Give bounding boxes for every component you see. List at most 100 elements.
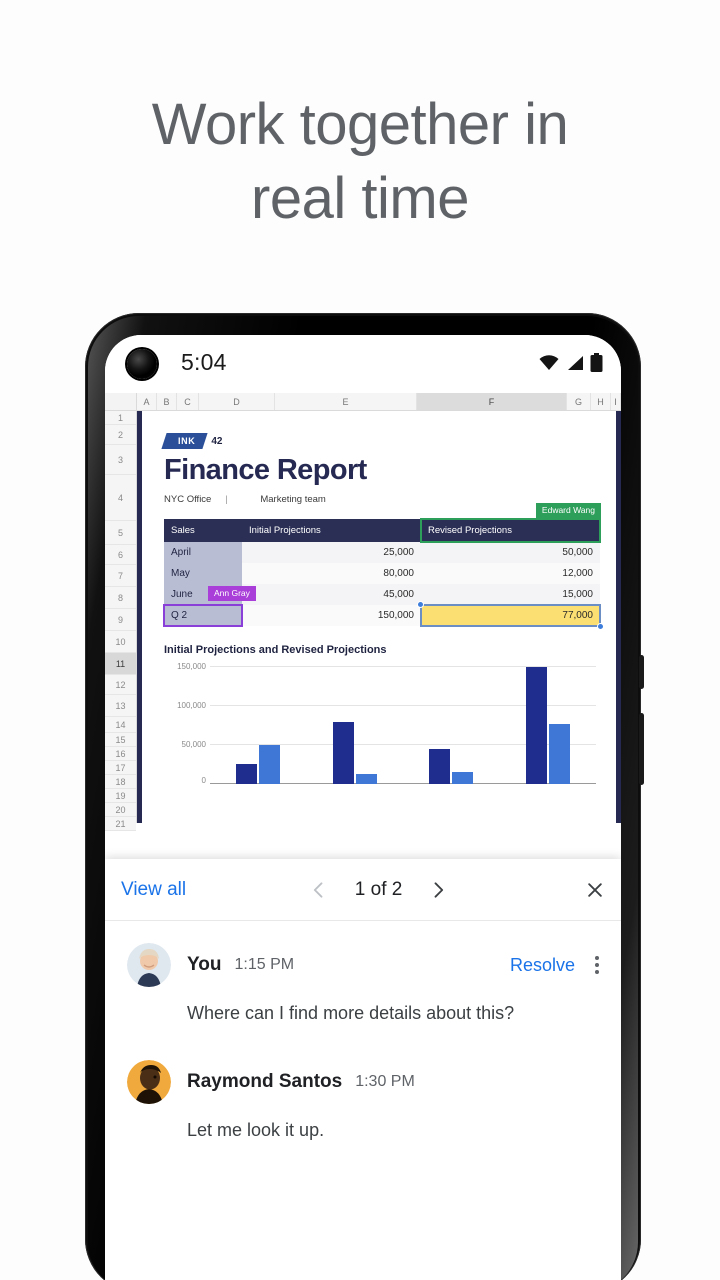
document-canvas[interactable]: INK 42 Finance Report NYC Office | Marke…: [137, 411, 621, 823]
cell-q2-initial[interactable]: 150,000: [242, 605, 421, 627]
power-button[interactable]: [639, 655, 644, 689]
chart-group-april: [210, 745, 307, 785]
row-header-19[interactable]: 19: [105, 789, 136, 803]
chart-group-june: [403, 749, 500, 785]
table-header-revised[interactable]: Revised Projections Edward Wang: [420, 503, 601, 544]
row-header-18[interactable]: 18: [105, 775, 136, 789]
cell-june-revised[interactable]: 15,000: [421, 584, 600, 606]
row-header-9[interactable]: 9: [105, 609, 136, 631]
chart-group-q2: [500, 667, 597, 785]
comment-panel-toolbar: View all 1 of 2: [105, 859, 621, 921]
cell-may-revised[interactable]: 12,000: [421, 563, 600, 585]
bar-may-initial: [332, 722, 354, 785]
cellular-signal-icon: [568, 356, 583, 370]
close-icon[interactable]: [585, 880, 605, 900]
row-header-column[interactable]: 1 2 3 4 5 6 7 8 9 10 11 12 13 14 15 16 1…: [105, 411, 137, 831]
column-header-b[interactable]: B: [157, 393, 177, 410]
chevron-left-icon[interactable]: [309, 880, 329, 900]
comment-author: You: [187, 954, 222, 975]
y-tick-50000: 50,000: [181, 740, 206, 750]
table-row[interactable]: May 80,000 12,000: [164, 563, 600, 585]
phone-device-frame: 5:04 A B C D E F G H I 1 2 3 4 5 6 7 8 9…: [85, 313, 644, 1280]
view-all-button[interactable]: View all: [121, 879, 186, 901]
battery-icon: [590, 353, 603, 372]
chevron-right-icon[interactable]: [428, 880, 448, 900]
subtitle-divider: |: [225, 494, 228, 506]
row-label-q2[interactable]: Q 2: [163, 604, 243, 628]
row-header-14[interactable]: 14: [105, 717, 136, 733]
chart-plot-area: 150,000 100,000 50,000 0: [164, 662, 600, 785]
cell-may-initial[interactable]: 80,000: [242, 563, 421, 585]
status-bar-icons: [538, 353, 603, 372]
phone-screen: 5:04 A B C D E F G H I 1 2 3 4 5 6 7 8 9…: [105, 335, 621, 1280]
document-subtitle: NYC Office | Marketing team: [164, 494, 600, 505]
bar-april-revised: [259, 745, 281, 785]
row-header-4[interactable]: 4: [105, 475, 136, 521]
row-header-11[interactable]: 11: [105, 653, 136, 675]
column-header-g[interactable]: G: [567, 393, 591, 410]
cell-q2-revised-selected[interactable]: 77,000: [417, 601, 604, 631]
headline-line-2: real time: [251, 166, 469, 231]
more-options-icon[interactable]: [595, 956, 599, 974]
table-header-revised-label: Revised Projections: [428, 525, 512, 537]
avatar[interactable]: [127, 1060, 171, 1105]
column-header-d[interactable]: D: [199, 393, 275, 410]
row-header-5[interactable]: 5: [105, 521, 136, 545]
row-label-june[interactable]: June Ann Gray: [164, 584, 256, 606]
corner-cell[interactable]: [105, 393, 137, 410]
row-header-10[interactable]: 10: [105, 631, 136, 653]
cell-june-initial[interactable]: 45,000: [242, 584, 421, 606]
row-header-2[interactable]: 2: [105, 425, 136, 445]
column-header-f[interactable]: F: [417, 393, 567, 410]
row-header-7[interactable]: 7: [105, 565, 136, 587]
row-header-6[interactable]: 6: [105, 545, 136, 565]
status-bar-clock: 5:04: [181, 349, 227, 375]
column-header-e[interactable]: E: [275, 393, 417, 410]
bar-q2-revised: [548, 724, 570, 785]
selection-handle-bottom-right[interactable]: [597, 623, 604, 631]
table-header-initial[interactable]: Initial Projections: [242, 519, 421, 543]
row-header-15[interactable]: 15: [105, 733, 136, 747]
bar-may-revised: [355, 774, 377, 785]
table-row[interactable]: Q 2 150,000 77,000: [163, 601, 604, 631]
table-row[interactable]: April 25,000 50,000: [164, 542, 600, 564]
row-header-16[interactable]: 16: [105, 747, 136, 761]
column-header-h[interactable]: H: [591, 393, 611, 410]
row-header-20[interactable]: 20: [105, 803, 136, 817]
row-header-21[interactable]: 21: [105, 817, 136, 831]
cell-april-initial[interactable]: 25,000: [242, 542, 421, 564]
table-header-sales[interactable]: Sales: [164, 519, 242, 543]
projections-chart[interactable]: Initial Projections and Revised Projecti…: [164, 644, 600, 785]
spreadsheet-view[interactable]: A B C D E F G H I 1 2 3 4 5 6 7 8 9 10 1…: [105, 393, 621, 831]
comment-text: Let me look it up.: [187, 1120, 325, 1141]
page-title: Work together in real time: [0, 88, 720, 236]
row-label-june-text: June: [171, 589, 193, 601]
promo-screenshot: Work together in real time 5:04 A B C D …: [0, 0, 720, 1280]
resolve-button[interactable]: Resolve: [510, 955, 575, 976]
row-header-12[interactable]: 12: [105, 675, 136, 695]
row-header-8[interactable]: 8: [105, 587, 136, 609]
cell-april-revised[interactable]: 50,000: [421, 542, 600, 564]
wifi-icon: [539, 355, 559, 370]
finance-table[interactable]: Sales Initial Projections Revised Projec…: [163, 503, 604, 631]
status-bar: 5:04: [105, 335, 621, 393]
comment-header: Raymond Santos 1:30 PM: [127, 1060, 599, 1105]
column-header-i[interactable]: I: [611, 393, 621, 410]
selection-handle-top-left[interactable]: [417, 601, 424, 609]
avatar[interactable]: [127, 943, 171, 987]
row-label-may[interactable]: May: [164, 563, 242, 585]
column-header-c[interactable]: C: [177, 393, 199, 410]
row-label-april[interactable]: April: [164, 542, 242, 564]
bar-april-initial: [236, 764, 258, 785]
row-header-1[interactable]: 1: [105, 411, 136, 425]
column-header-a[interactable]: A: [137, 393, 157, 410]
volume-button[interactable]: [639, 713, 644, 785]
table-row[interactable]: June Ann Gray 45,000 15,000: [164, 584, 600, 606]
comment-text: Where can I find more details about this…: [187, 1003, 515, 1023]
row-header-13[interactable]: 13: [105, 695, 136, 717]
row-header-17[interactable]: 17: [105, 761, 136, 775]
comment-panel: View all 1 of 2 You 1:15 PM Resolve Wher…: [105, 859, 621, 1280]
column-header-row[interactable]: A B C D E F G H I: [105, 393, 621, 411]
row-header-3[interactable]: 3: [105, 445, 136, 475]
bar-q2-initial: [525, 667, 547, 785]
